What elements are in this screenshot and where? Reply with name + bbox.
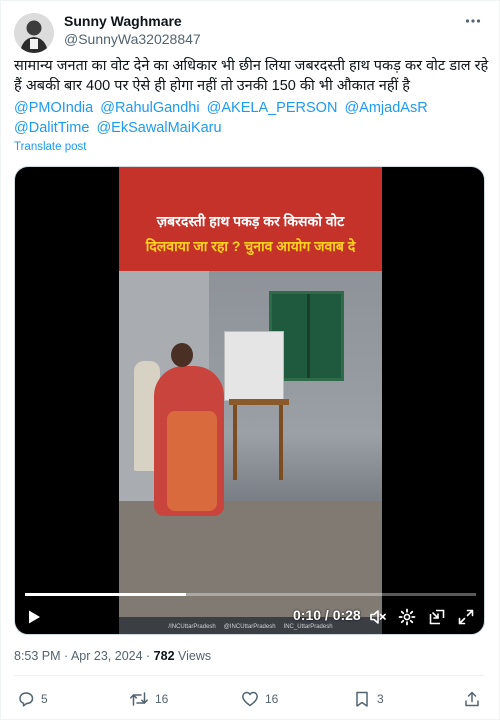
scene-saree: [167, 411, 217, 511]
share-button[interactable]: [463, 689, 481, 709]
volume-muted-icon: [370, 610, 386, 624]
avatar-portrait-icon: [14, 13, 54, 53]
post-text: सामान्य जनता का वोट देने का अधिकार भी छी…: [14, 58, 489, 94]
avatar[interactable]: [14, 13, 54, 53]
repost-icon: [130, 692, 148, 706]
share-icon: [465, 691, 479, 707]
video-progress-fill: [25, 593, 186, 596]
play-icon: [29, 610, 40, 624]
mention-link[interactable]: @DalitTime: [14, 120, 89, 136]
reply-button[interactable]: 5: [17, 689, 48, 709]
watermark-text: INC_UttarPradesh: [283, 623, 333, 630]
bookmark-count: 3: [377, 692, 384, 706]
scene-table-leg: [279, 405, 283, 480]
mentions-list: @PMOIndia @RahulGandhi @AKELA_PERSON @Am…: [14, 98, 490, 138]
fullscreen-icon: [458, 609, 474, 625]
reply-icon: [19, 692, 34, 707]
mention-link[interactable]: @RahulGandhi: [100, 100, 199, 116]
post-timestamp[interactable]: 8:53 PM · Apr 23, 2024 ·: [14, 649, 154, 663]
user-handle[interactable]: @SunnyWa32028847: [64, 31, 201, 47]
bookmark-button[interactable]: 3: [353, 689, 384, 709]
video-banner: ज़बरदस्ती हाथ पकड़ कर किसको वोट दिलवाया …: [119, 167, 382, 271]
fullscreen-button[interactable]: [455, 606, 477, 628]
video-frame[interactable]: ज़बरदस्ती हाथ पकड़ कर किसको वोट दिलवाया …: [119, 167, 382, 634]
mention-link[interactable]: @EkSawalMaiKaru: [96, 120, 221, 136]
pip-button[interactable]: [426, 606, 448, 628]
more-dots-icon: [465, 19, 481, 23]
mention-link[interactable]: @PMOIndia: [14, 100, 93, 116]
views-label: Views: [174, 649, 212, 663]
gear-icon: [398, 608, 416, 626]
repost-count: 16: [155, 692, 169, 706]
play-button[interactable]: [23, 606, 45, 628]
mention-link[interactable]: @AKELA_PERSON: [207, 100, 338, 116]
heart-icon: [242, 691, 258, 707]
scene-table-leg: [233, 405, 237, 480]
video-scene: [119, 271, 382, 634]
scene-voting-booth: [224, 331, 284, 401]
settings-button[interactable]: [396, 606, 418, 628]
scene-person-head: [171, 343, 193, 367]
banner-caption-line1: ज़बरदस्ती हाथ पकड़ कर किसको वोट: [156, 213, 345, 229]
like-count: 16: [265, 692, 279, 706]
bookmark-icon: [356, 691, 368, 707]
repost-button[interactable]: 16: [129, 689, 168, 709]
more-options-button[interactable]: [461, 9, 485, 33]
display-name[interactable]: Sunny Waghmare: [64, 13, 182, 29]
translate-post-link[interactable]: Translate post: [14, 141, 86, 153]
reply-count: 5: [41, 692, 48, 706]
picture-in-picture-icon: [429, 609, 445, 625]
video-time-display: 0:10 / 0:28: [293, 607, 361, 623]
like-button[interactable]: 16: [241, 689, 278, 709]
watermark-text: /INCUttarPradesh: [168, 623, 216, 630]
video-progress-bar[interactable]: [25, 593, 476, 596]
mention-link[interactable]: @AmjadAsR: [344, 100, 427, 116]
watermark-text: @INCUttarPradesh: [223, 623, 276, 630]
divider: [14, 675, 485, 676]
mute-button[interactable]: [367, 606, 389, 628]
post-meta: 8:53 PM · Apr 23, 2024 · 782 Views: [14, 649, 211, 663]
video-player[interactable]: ज़बरदस्ती हाथ पकड़ कर किसको वोट दिलवाया …: [14, 166, 485, 635]
tweet-card: Sunny Waghmare @SunnyWa32028847 सामान्य …: [0, 0, 500, 720]
views-count: 782: [153, 649, 175, 663]
banner-caption-line2: दिलवाया जा रहा ? चुनाव आयोग जवाब दे: [145, 238, 356, 254]
